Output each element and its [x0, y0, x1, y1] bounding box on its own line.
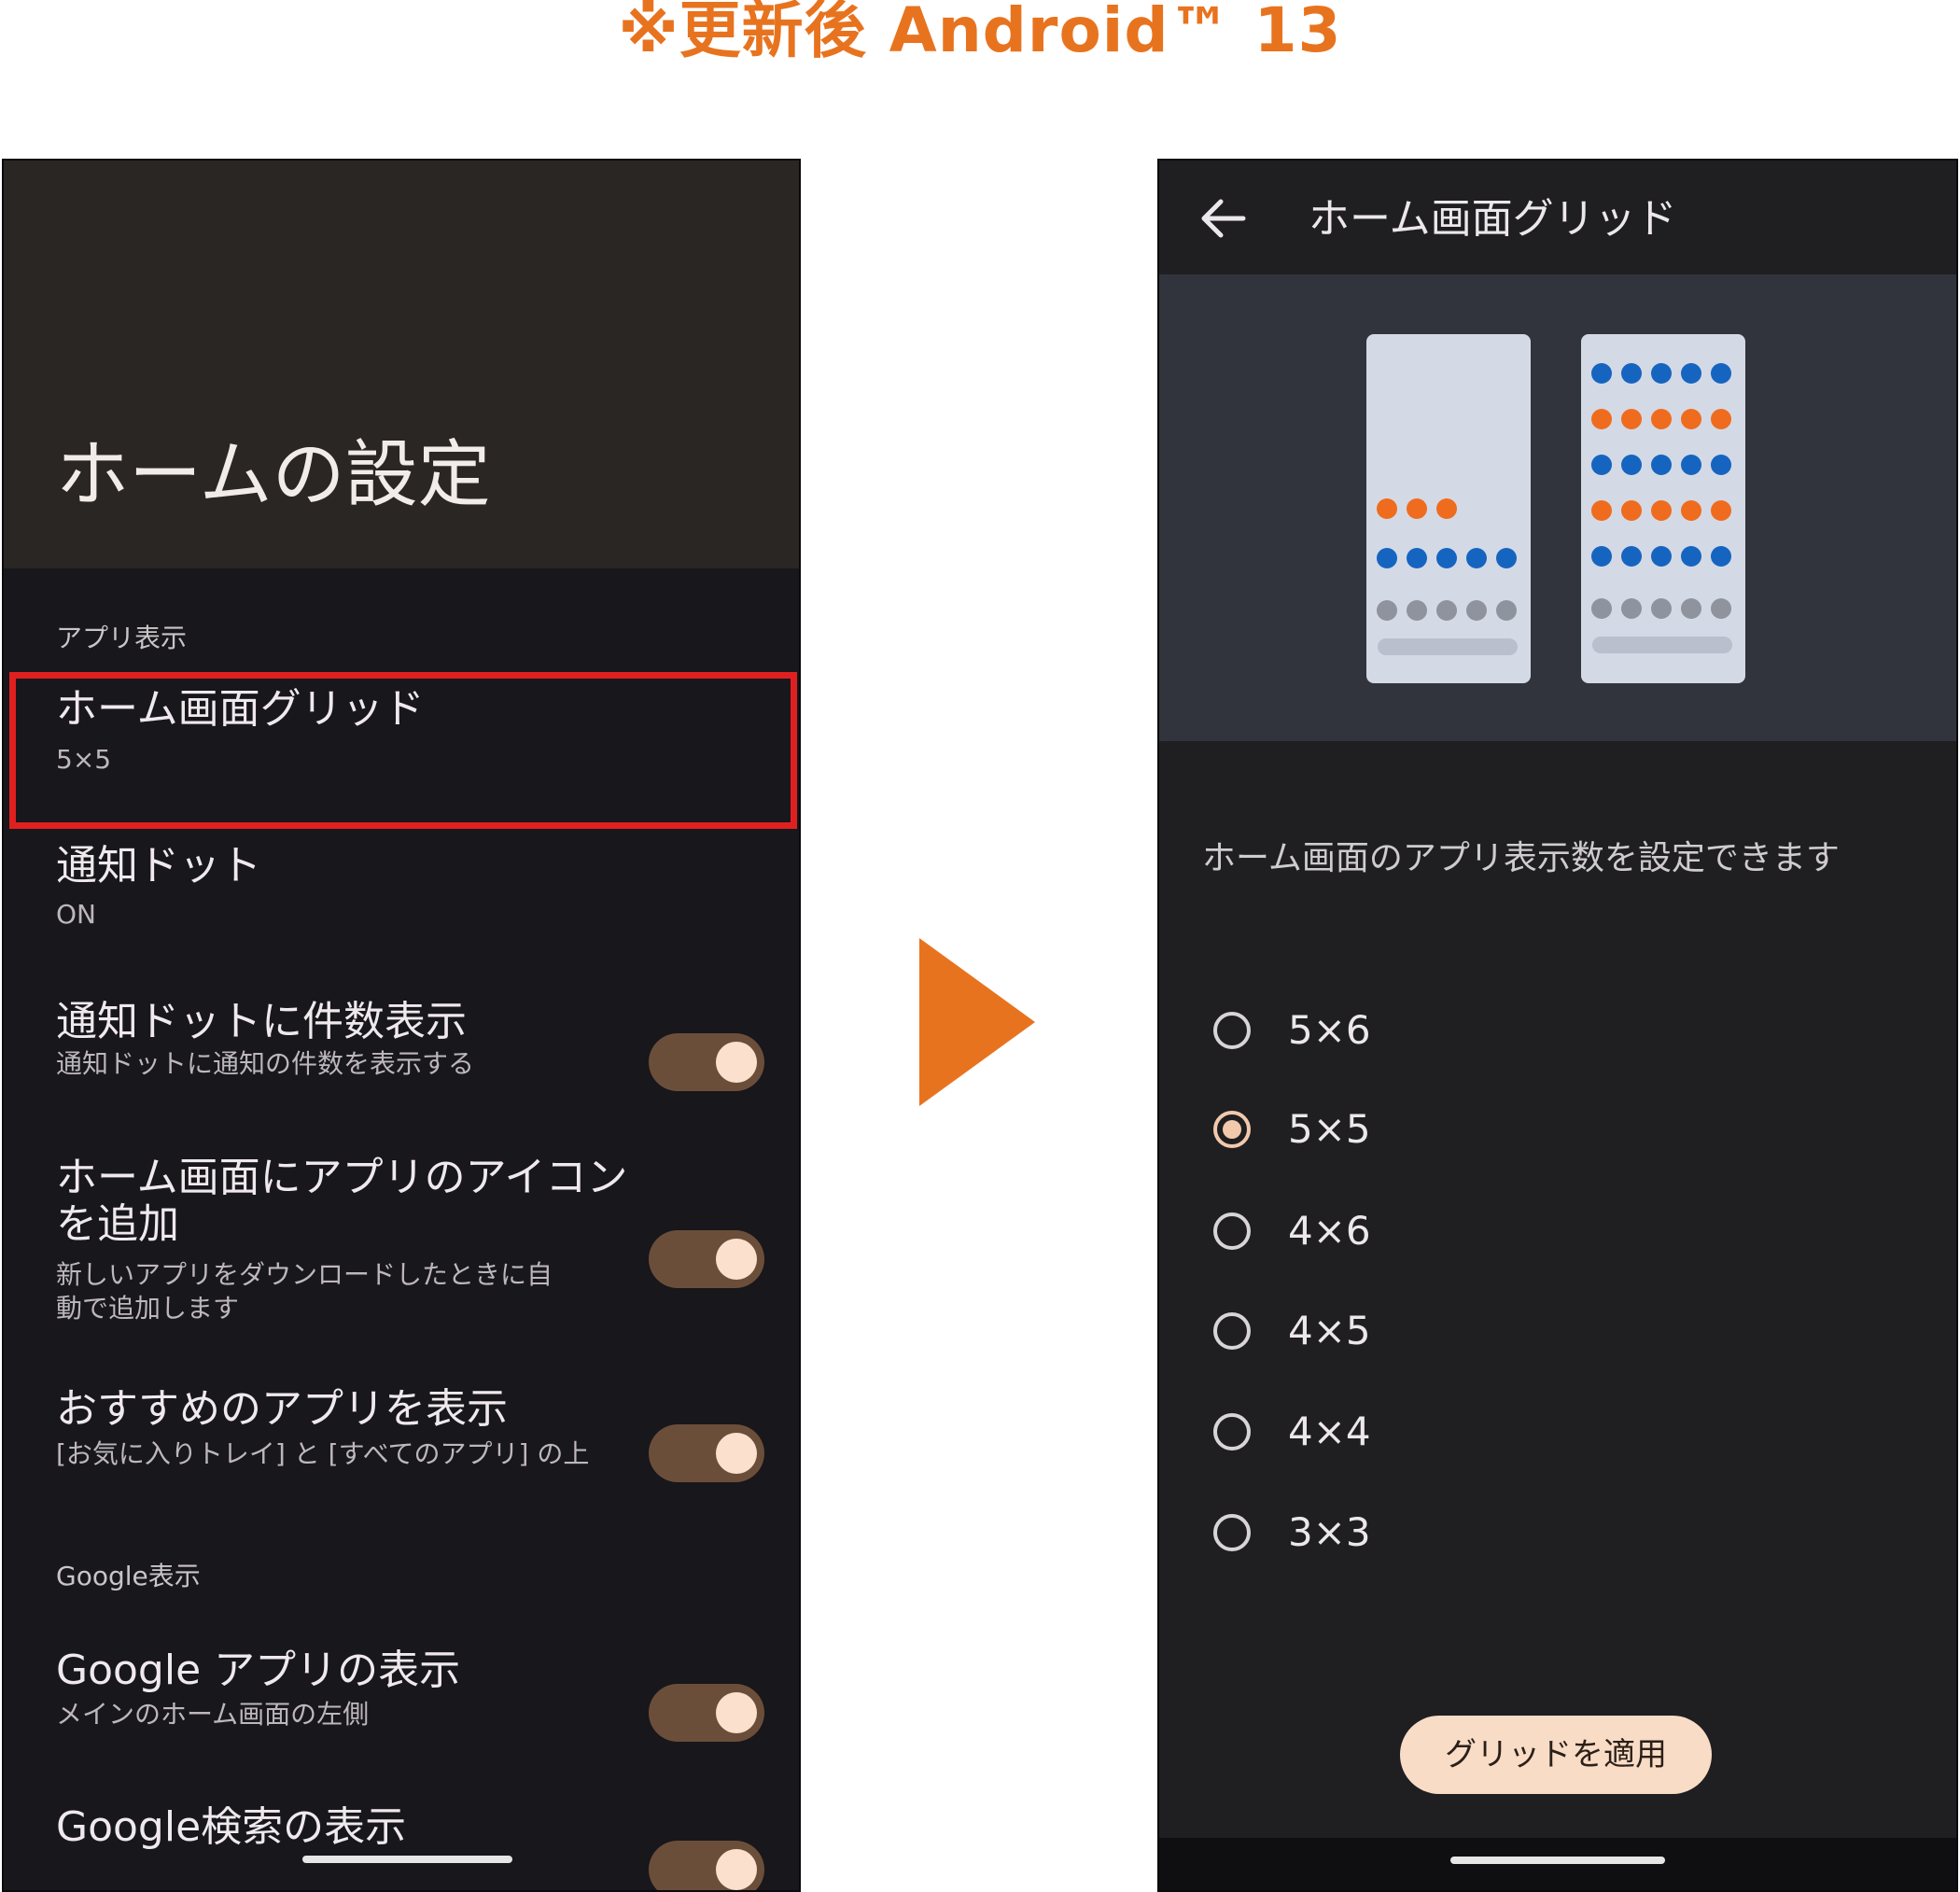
- google-app-title: Google アプリの表示: [56, 1647, 461, 1694]
- radio-button[interactable]: [1213, 1514, 1251, 1551]
- home-settings-screen: ホームの設定 アプリ表示 ホーム画面グリッド 5×5 通知ドット ON 通知ドッ…: [2, 159, 801, 1892]
- grid-preview-illustration: [1366, 334, 1745, 683]
- grid-option-label: 5×5: [1288, 1106, 1371, 1152]
- highlight-box: [9, 672, 797, 829]
- grid-preview: [1159, 274, 1956, 741]
- radio-button[interactable]: [1213, 1312, 1251, 1350]
- suggested-apps-sub: [お気に入りトレイ] と [すべてのアプリ] の上: [56, 1438, 590, 1469]
- apply-grid-button[interactable]: グリッドを適用: [1400, 1716, 1712, 1794]
- grid-option-label: 5×6: [1288, 1007, 1371, 1053]
- notification-count-toggle[interactable]: [649, 1033, 764, 1091]
- grid-option-label: 4×5: [1288, 1308, 1371, 1353]
- google-app-toggle[interactable]: [649, 1684, 764, 1742]
- top-app-bar: ホーム画面グリッド: [1159, 161, 1956, 274]
- notification-count-sub: 通知ドットに通知の件数を表示する: [56, 1048, 475, 1079]
- google-search-title: Google検索の表示: [56, 1803, 407, 1851]
- radio-button-selected[interactable]: [1213, 1111, 1251, 1148]
- toggle-knob: [716, 1849, 757, 1890]
- grid-description: ホーム画面のアプリ表示数を設定できます: [1202, 839, 1840, 877]
- radio-button[interactable]: [1213, 1012, 1251, 1049]
- notification-count-title: 通知ドットに件数表示: [56, 998, 467, 1045]
- back-arrow-icon[interactable]: [1197, 194, 1253, 243]
- suggested-apps-title: おすすめのアプリを表示: [56, 1385, 508, 1433]
- section-label-google-display: Google表示: [56, 1561, 201, 1591]
- toggle-knob: [716, 1692, 757, 1733]
- radio-button[interactable]: [1213, 1413, 1251, 1451]
- add-icon-sub-line1: 新しいアプリをダウンロードしたときに自: [56, 1259, 553, 1290]
- add-icon-toggle[interactable]: [649, 1230, 764, 1288]
- settings-header: ホームの設定: [4, 161, 799, 568]
- gesture-bar[interactable]: [1450, 1857, 1665, 1864]
- add-icon-title-line1: ホーム画面にアプリのアイコン: [56, 1154, 628, 1201]
- grid-option-label: 4×6: [1288, 1208, 1371, 1254]
- navigation-bar: [1159, 1838, 1956, 1890]
- notification-dot-title: 通知ドット: [56, 842, 261, 890]
- gesture-bar[interactable]: [302, 1856, 512, 1863]
- add-icon-sub-line2: 動で追加します: [56, 1293, 240, 1324]
- next-arrow-icon: [919, 938, 1035, 1106]
- screen-title: ホーム画面グリッド: [1309, 195, 1677, 243]
- grid-option-label: 3×3: [1288, 1509, 1371, 1555]
- google-search-toggle[interactable]: [649, 1841, 764, 1890]
- grid-option-label: 4×4: [1288, 1408, 1371, 1454]
- suggested-apps-toggle[interactable]: [649, 1424, 764, 1482]
- home-grid-screen: ホーム画面グリッド ホーム画面のアプリ表示数を設定できます 5×6 5×5 4×…: [1157, 159, 1958, 1892]
- radio-button[interactable]: [1213, 1212, 1251, 1250]
- toggle-knob: [716, 1042, 757, 1083]
- section-label-app-display: アプリ表示: [56, 623, 188, 653]
- toggle-knob: [716, 1239, 757, 1280]
- page-heading: ※更新後 Android™ 13: [618, 0, 1342, 66]
- notification-dot-value: ON: [56, 899, 96, 930]
- google-app-sub: メインのホーム画面の左側: [56, 1699, 370, 1730]
- add-icon-title-line2: を追加: [56, 1200, 179, 1248]
- settings-title: ホームの設定: [56, 433, 491, 517]
- toggle-knob: [716, 1433, 757, 1474]
